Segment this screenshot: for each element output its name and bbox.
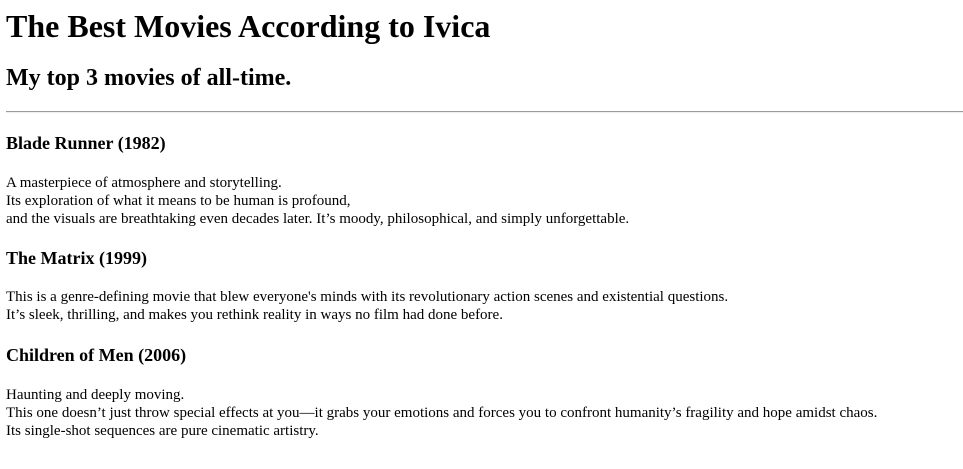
movie-section-blade-runner: Blade Runner (1982) A masterpiece of atm… [6,133,963,228]
movie-section-children-of-men: Children of Men (2006) Haunting and deep… [6,345,963,440]
movie-heading: Children of Men (2006) [6,345,187,365]
movie-description: A masterpiece of atmosphere and storytel… [6,174,963,228]
movie-section-the-matrix: The Matrix (1999) This is a genre-defini… [6,248,963,324]
description-line: Its single-shot sequences are pure cinem… [6,423,319,439]
movie-description: Haunting and deeply moving. This one doe… [6,386,963,440]
divider [6,111,963,113]
page-subtitle: My top 3 movies of all-time. [6,65,292,91]
movie-heading: Blade Runner (1982) [6,133,166,153]
description-line: It’s sleek, thrilling, and makes you ret… [6,307,503,323]
description-line: Haunting and deeply moving. [6,387,185,403]
page: The Best Movies According to Ivica My to… [0,8,963,440]
page-title: The Best Movies According to Ivica [6,8,491,44]
movie-description: This is a genre-defining movie that blew… [6,288,963,324]
description-line: This is a genre-defining movie that blew… [6,289,729,305]
description-line: and the visuals are breathtaking even de… [6,211,630,227]
description-line: This one doesn’t just throw special effe… [6,405,878,421]
movie-heading: The Matrix (1999) [6,248,147,268]
description-line: A masterpiece of atmosphere and storytel… [6,175,282,191]
description-line: Its exploration of what it means to be h… [6,193,351,209]
